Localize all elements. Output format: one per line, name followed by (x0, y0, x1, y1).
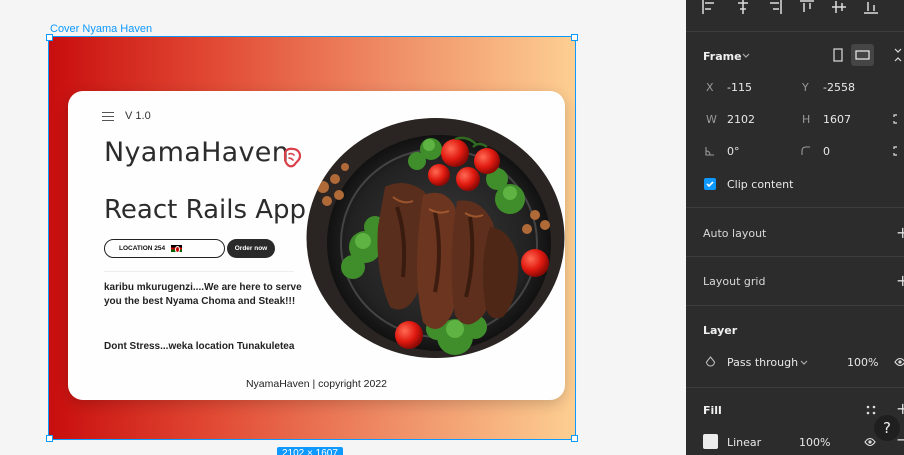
fill-visibility-eye-icon[interactable] (864, 436, 876, 448)
nyama-choma-plate-image (306, 118, 565, 358)
y-input[interactable]: -2558 (823, 81, 855, 94)
resize-to-fit-icon[interactable] (892, 48, 904, 62)
design-canvas[interactable]: Cover Nyama Haven 2102 × 1607 V 1.0 Nyam… (0, 0, 686, 455)
visibility-eye-icon[interactable] (894, 356, 904, 368)
panel-divider (686, 31, 904, 32)
fill-styles-grid-icon[interactable] (865, 404, 877, 416)
constrain-proportions-icon[interactable] (892, 113, 904, 125)
clip-content-label[interactable]: Clip content (727, 178, 793, 191)
location-text: Dont Stress...weka location Tunakuletea (104, 341, 295, 352)
order-now-button: Order now (227, 239, 275, 258)
h-label: H (802, 113, 811, 126)
portrait-frame-icon[interactable] (833, 48, 843, 62)
rotation-icon (705, 147, 714, 156)
add-auto-layout-icon[interactable]: + (896, 225, 904, 241)
independent-corners-icon[interactable] (892, 145, 904, 157)
app-title: React Rails App (104, 195, 307, 225)
meat-logo-icon (283, 147, 302, 168)
align-top-icon[interactable] (800, 0, 814, 14)
add-fill-icon[interactable]: + (896, 401, 904, 417)
checkmark-icon (706, 181, 714, 188)
x-label: X (706, 81, 714, 94)
chevron-down-icon[interactable] (742, 52, 750, 60)
add-layout-grid-icon[interactable]: + (896, 273, 904, 289)
width-input[interactable]: 2102 (727, 113, 755, 126)
panel-divider (686, 387, 904, 388)
brand-name: NyamaHaven (104, 137, 290, 168)
resize-handle-bottom-right[interactable] (571, 435, 578, 442)
panel-divider (686, 305, 904, 306)
chevron-down-icon[interactable] (800, 359, 808, 367)
hamburger-menu-icon (102, 112, 114, 121)
corner-radius-icon (801, 146, 810, 155)
panel-divider (686, 207, 904, 208)
resize-handle-top-right[interactable] (571, 34, 578, 41)
x-input[interactable]: -115 (727, 81, 752, 94)
blend-mode-icon (705, 356, 716, 367)
align-center-vertical-icon[interactable] (832, 0, 846, 14)
fill-type-label[interactable]: Linear (727, 436, 761, 449)
design-properties-panel: Frame X -115 Y -2558 W 2102 H 1607 0° 0 … (686, 0, 904, 455)
location-button: LOCATION 254 (104, 239, 225, 258)
resize-handle-bottom-left[interactable] (46, 435, 53, 442)
copyright-text: NyamaHaven | copyright 2022 (245, 378, 388, 390)
align-center-horizontal-icon[interactable] (736, 0, 750, 14)
layer-opacity-input[interactable]: 100% (847, 356, 878, 369)
align-left-icon[interactable] (702, 0, 716, 14)
divider (104, 271, 294, 272)
corner-radius-input[interactable]: 0 (823, 145, 830, 158)
landscape-frame-icon (855, 50, 870, 60)
kenya-flag-icon (171, 245, 183, 253)
help-button[interactable]: ? (874, 415, 900, 441)
rotation-input[interactable]: 0° (727, 145, 740, 158)
location-label: LOCATION 254 (119, 245, 166, 252)
version-label: V 1.0 (125, 110, 151, 122)
panel-divider (686, 256, 904, 257)
align-right-icon[interactable] (768, 0, 782, 14)
clip-content-checkbox[interactable] (704, 178, 716, 190)
app-card: V 1.0 NyamaHaven React Rails App LOCATIO… (68, 91, 565, 400)
layer-section-title: Layer (703, 324, 738, 337)
fill-section-title: Fill (703, 404, 722, 417)
fill-opacity-input[interactable]: 100% (799, 436, 830, 449)
blend-mode-select[interactable]: Pass through (727, 356, 798, 369)
welcome-text: karibu mkurugenzi....We are here to serv… (104, 282, 302, 307)
w-label: W (706, 113, 717, 126)
resize-handle-top-left[interactable] (46, 34, 53, 41)
auto-layout-title[interactable]: Auto layout (703, 227, 766, 240)
frame-name-label[interactable]: Cover Nyama Haven (50, 23, 152, 35)
y-label: Y (802, 81, 809, 94)
height-input[interactable]: 1607 (823, 113, 851, 126)
layout-grid-title[interactable]: Layout grid (703, 275, 765, 288)
fill-color-swatch[interactable] (703, 434, 718, 449)
frame-section-title[interactable]: Frame (703, 50, 742, 63)
frame-size-badge: 2102 × 1607 (277, 447, 343, 455)
align-bottom-icon[interactable] (864, 0, 878, 14)
